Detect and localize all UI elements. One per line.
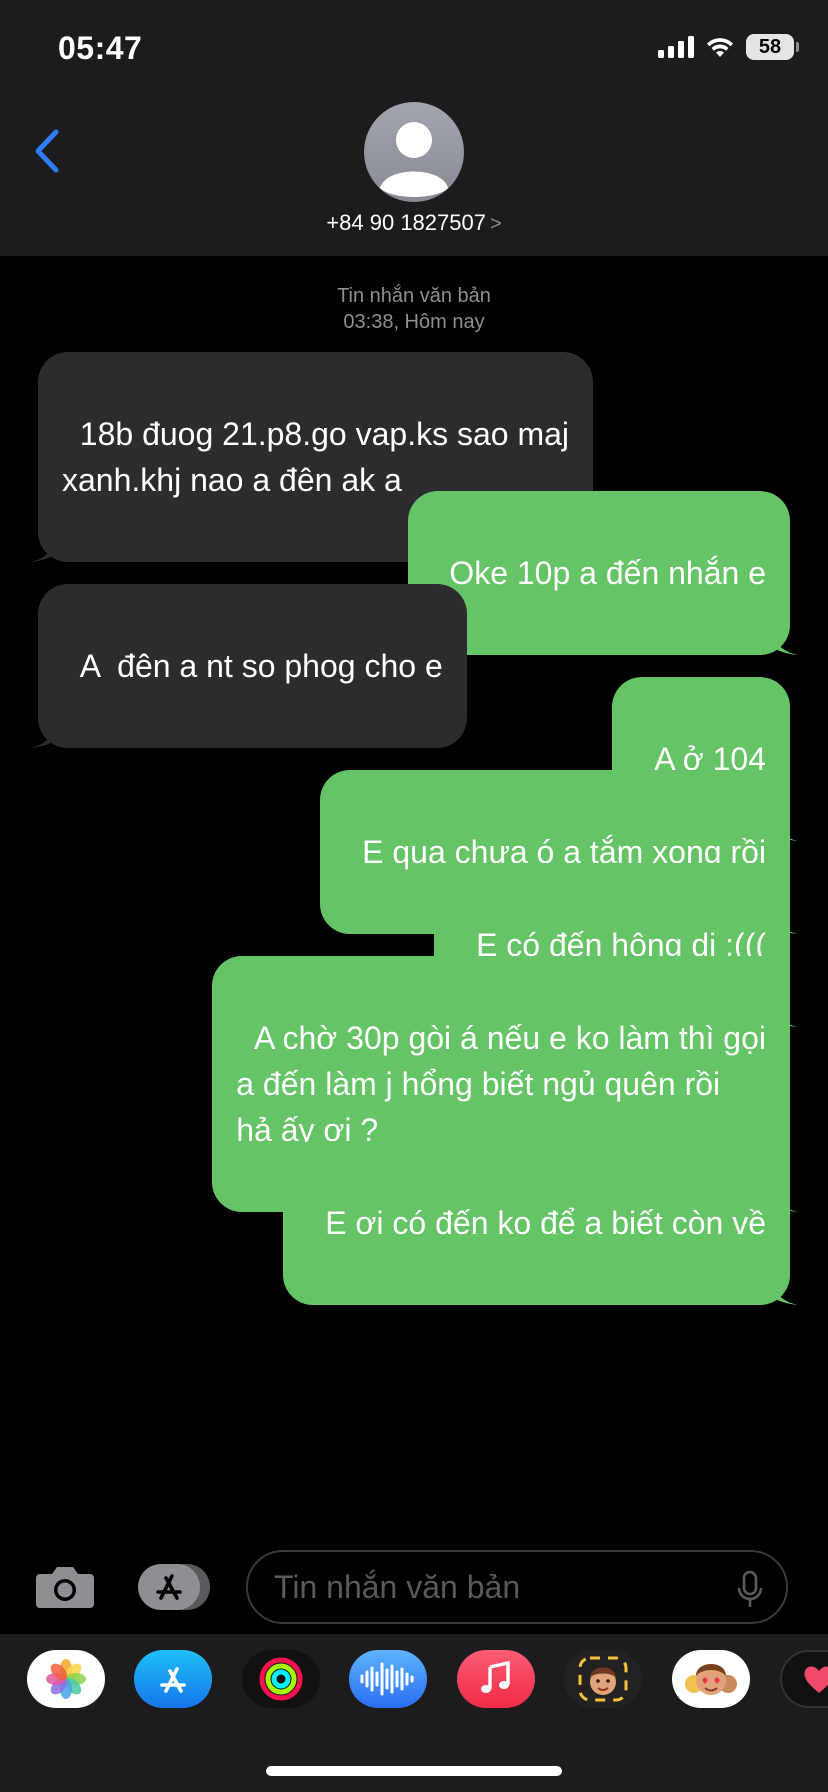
bubble-tail <box>30 726 56 748</box>
photos-icon <box>46 1659 86 1699</box>
bubble-tail <box>772 1283 798 1305</box>
app-store-icon <box>138 1564 210 1610</box>
wifi-icon <box>707 38 733 57</box>
audio-message-app-button[interactable] <box>349 1650 427 1708</box>
message-input[interactable] <box>246 1550 788 1624</box>
bubble-tail <box>772 633 798 655</box>
message-text: A đên a nt so phog cho e <box>79 648 443 684</box>
app-store-icon <box>160 1667 186 1693</box>
message-type-label: Tin nhắn văn bản <box>337 285 491 307</box>
chevron-left-icon <box>35 129 59 173</box>
home-indicator <box>266 1766 562 1776</box>
music-app-button[interactable] <box>457 1650 535 1708</box>
message-text: 18b đuog 21.p8.go vap.ks sao maj xanh.kh… <box>62 416 570 498</box>
message-text: A chờ 30p gòi á nếu e ko làm thì gọi a đ… <box>236 1020 766 1148</box>
status-icons: 58 <box>658 34 799 60</box>
contact-name-button[interactable]: +84 90 1827507 > <box>0 210 828 236</box>
back-button[interactable] <box>28 126 68 176</box>
status-bar: 05:47 58 <box>0 0 828 100</box>
camera-icon <box>36 1567 94 1608</box>
chevron-right-icon: > <box>489 213 502 235</box>
incoming-message-bubble[interactable]: A đên a nt so phog cho e <box>30 584 467 748</box>
microphone-icon <box>737 1570 763 1607</box>
music-icon <box>481 1660 510 1693</box>
dictation-button[interactable] <box>736 1570 764 1610</box>
audio-message-icon <box>360 1662 414 1696</box>
thread-timestamp: Tin nhắn văn bản 03:38, Hôm nay <box>0 283 828 335</box>
message-text: Oke 10p a đến nhắn e <box>449 555 766 591</box>
memoji-app-button[interactable] <box>564 1650 642 1708</box>
memoji-icon <box>578 1656 628 1702</box>
memoji-stickers-icon <box>685 1664 737 1695</box>
photos-app-button[interactable] <box>27 1650 105 1708</box>
cellular-signal-icon <box>658 36 694 58</box>
memoji-stickers-app-button[interactable] <box>672 1650 750 1708</box>
camera-button[interactable] <box>34 1562 96 1610</box>
bubble-tail <box>30 540 56 562</box>
message-time-label: 03:38, Hôm nay <box>343 311 485 333</box>
activity-icon <box>259 1657 303 1701</box>
battery-indicator: 58 <box>746 34 799 60</box>
apps-button[interactable] <box>138 1564 214 1610</box>
contact-phone: +84 90 1827507 <box>326 210 486 235</box>
digital-touch-icon <box>804 1666 828 1693</box>
person-silhouette-icon <box>380 122 448 197</box>
outgoing-message-bubble[interactable]: E ơi có đến ko để a biết còn về <box>283 1141 798 1305</box>
message-text: E ơi có đến ko để a biết còn về <box>325 1205 766 1241</box>
contact-avatar[interactable] <box>364 102 464 202</box>
app-store-app-button[interactable] <box>134 1650 212 1708</box>
activity-app-button[interactable] <box>242 1650 320 1708</box>
status-time: 05:47 <box>58 30 143 66</box>
